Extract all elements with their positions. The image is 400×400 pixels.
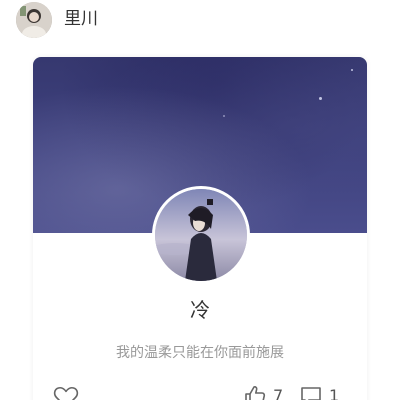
post-header: 里川 [0, 0, 400, 40]
card-title: 冷 [190, 298, 210, 322]
heart-outline-icon [53, 387, 79, 400]
profile-avatar[interactable] [152, 186, 250, 284]
like-count: 7 [273, 386, 284, 400]
card-subtitle: 我的温柔只能在你面前施展 [116, 345, 284, 361]
star-decoration [351, 69, 353, 71]
avatar-image [16, 2, 52, 38]
username[interactable]: 里川 [64, 8, 98, 30]
comment-button[interactable]: 1 [299, 384, 339, 400]
post-card[interactable]: 冷 我的温柔只能在你面前施展 7 1 [33, 57, 367, 400]
thumbs-up-icon [245, 386, 266, 400]
comment-count: 1 [329, 386, 340, 400]
star-decoration [319, 97, 322, 100]
card-actions: 7 1 [33, 379, 367, 400]
star-decoration [223, 115, 225, 117]
favorite-button[interactable] [53, 385, 79, 400]
comment-icon [301, 387, 321, 400]
like-button[interactable]: 7 [243, 384, 283, 400]
page: 里川 冷 我的温柔只能在你面前施展 7 1 [0, 0, 400, 400]
profile-avatar-image [155, 189, 247, 281]
user-avatar[interactable] [16, 2, 52, 38]
